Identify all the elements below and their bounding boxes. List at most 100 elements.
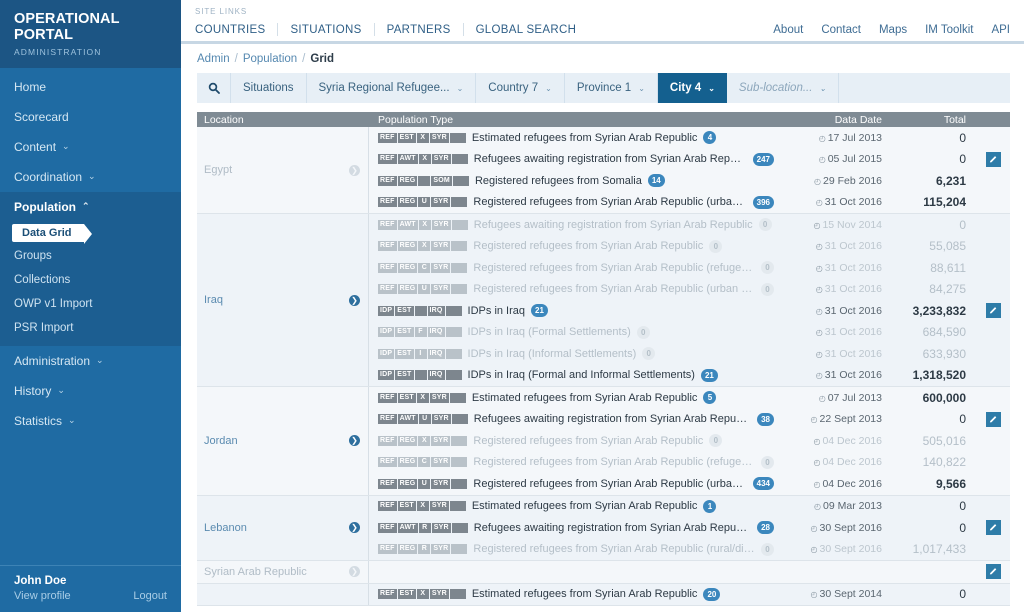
record-count-badge: 14 — [648, 174, 665, 187]
table-row[interactable]: REFREGSOMRegistered refugees from Somali… — [369, 170, 1010, 192]
search-icon[interactable] — [197, 73, 231, 103]
table-row[interactable]: REFREGRSYRRegistered refugees from Syria… — [369, 539, 1010, 561]
population-type-label: Estimated refugees from Syrian Arab Repu… — [472, 392, 698, 404]
toplink-about[interactable]: About — [764, 24, 812, 36]
clock-icon: ◴ — [819, 134, 826, 143]
population-code-chip: REFAWTXSYR — [378, 154, 468, 164]
table-row[interactable]: REFAWTRSYRRefugees awaiting registration… — [369, 517, 1010, 539]
record-count-badge: 247 — [753, 153, 774, 166]
sidebar-item-collections[interactable]: Collections — [0, 268, 181, 292]
population-code-chip: REFREGSOM — [378, 176, 469, 186]
data-date-cell: ◴30 Sept 2014 — [774, 588, 892, 600]
filter-sub-location[interactable]: Sub-location... ⌄ — [727, 73, 839, 103]
table-row[interactable]: IDPESTIRQIDPs in Iraq (Formal and Inform… — [369, 365, 1010, 387]
sidebar-item-administration[interactable]: Administration ⌄ — [0, 346, 181, 376]
sidebar-item-label: Population — [14, 200, 76, 214]
data-date-cell: ◴31 Oct 2016 — [774, 262, 892, 274]
sitelink-global-search[interactable]: GLOBAL SEARCH — [464, 24, 589, 36]
population-code-chip: REFREGXSYR — [378, 241, 467, 251]
table-row[interactable]: REFREGUSYRRegistered refugees from Syria… — [369, 279, 1010, 301]
sitelink-situations[interactable]: SITUATIONS — [278, 24, 373, 36]
sidebar-item-content[interactable]: Content ⌄ — [0, 132, 181, 162]
record-count-badge: 396 — [753, 196, 774, 209]
expand-arrow-icon[interactable]: ❯ — [349, 295, 360, 306]
expand-arrow-icon: ❯ — [349, 566, 360, 577]
table-row[interactable]: REFREGXSYRRegistered refugees from Syria… — [369, 236, 1010, 258]
sidebar-item-statistics[interactable]: Statistics ⌄ — [0, 406, 181, 436]
total-cell: 0 — [892, 131, 976, 145]
filter-province[interactable]: Province 1 ⌄ — [565, 73, 658, 103]
table-row[interactable]: REFAWTXSYRRefugees awaiting registration… — [369, 149, 1010, 171]
table-row[interactable] — [369, 561, 1010, 583]
table-row[interactable]: REFREGUSYRRegistered refugees from Syria… — [369, 473, 1010, 495]
sidebar-item-psr-import[interactable]: PSR Import — [0, 316, 181, 340]
population-code-chip: IDPESTIRQ — [378, 306, 462, 316]
table-row[interactable]: REFESTXSYREstimated refugees from Syrian… — [369, 584, 1010, 606]
population-code-chip: REFREGCSYR — [378, 457, 467, 467]
table-row[interactable]: IDPESTIRQIDPs in Iraq21◴31 Oct 20163,233… — [369, 300, 1010, 322]
population-code-chip: REFAWTXSYR — [378, 220, 468, 230]
expand-arrow-icon[interactable]: ❯ — [349, 435, 360, 446]
sidebar-item-scorecard[interactable]: Scorecard — [0, 102, 181, 132]
chevron-down-icon: ⌄ — [457, 84, 464, 93]
toplink-maps[interactable]: Maps — [870, 24, 916, 36]
record-count-badge: 0 — [637, 326, 650, 339]
sitelink-partners[interactable]: PARTNERS — [375, 24, 463, 36]
breadcrumb-item-population[interactable]: Population — [243, 53, 297, 65]
total-cell: 84,275 — [892, 282, 976, 296]
location-cell: Lebanon❯ — [197, 496, 369, 561]
table-group: Syrian Arab Republic ❯ — [197, 561, 1010, 584]
sidebar-item-home[interactable]: Home — [0, 72, 181, 102]
table-row[interactable]: REFESTXSYREstimated refugees from Syrian… — [369, 127, 1010, 149]
total-cell: 0 — [892, 152, 976, 166]
edit-button[interactable] — [986, 564, 1001, 579]
view-profile-link[interactable]: View profile — [14, 590, 71, 602]
column-header-location: Location — [197, 114, 369, 126]
sidebar-item-owp-v1-import[interactable]: OWP v1 Import — [0, 292, 181, 316]
clock-icon: ◴ — [819, 155, 826, 164]
edit-button[interactable] — [986, 412, 1001, 427]
total-cell: 9,566 — [892, 477, 976, 491]
filter-city[interactable]: City 4 ⌄ — [658, 73, 727, 103]
sidebar-item-groups[interactable]: Groups — [0, 244, 181, 268]
filter-situation-select[interactable]: Syria Regional Refugee... ⌄ — [307, 73, 477, 103]
record-count-badge: 4 — [703, 131, 716, 144]
sitelink-countries[interactable]: COUNTRIES — [195, 24, 277, 36]
topbar: SITE LINKS COUNTRIES SITUATIONS PARTNERS… — [181, 0, 1024, 44]
location-name: Syrian Arab Republic — [204, 566, 307, 578]
population-type-cell: REFREGUSYRRegistered refugees from Syria… — [369, 477, 774, 490]
sidebar-item-label: History — [14, 384, 51, 398]
edit-button[interactable] — [986, 303, 1001, 318]
expand-arrow-icon[interactable]: ❯ — [349, 522, 360, 533]
breadcrumb-item-admin[interactable]: Admin — [197, 53, 230, 65]
table-row[interactable]: REFAWTXSYRRefugees awaiting registration… — [369, 214, 1010, 236]
edit-button[interactable] — [986, 152, 1001, 167]
table-row[interactable]: REFREGCSYRRegistered refugees from Syria… — [369, 257, 1010, 279]
population-type-label: Registered refugees from Syrian Arab Rep… — [473, 456, 755, 468]
table-row[interactable]: REFESTXSYREstimated refugees from Syrian… — [369, 387, 1010, 409]
table-row[interactable]: REFESTXSYREstimated refugees from Syrian… — [369, 496, 1010, 518]
data-date-cell: ◴31 Oct 2016 — [774, 240, 892, 252]
table-row[interactable]: REFREGCSYR Registered refugees from Syria… — [369, 452, 1010, 474]
edit-button[interactable] — [986, 520, 1001, 535]
table-row[interactable]: REFAWTUSYRRefugees awaiting registration… — [369, 409, 1010, 431]
filter-country[interactable]: Country 7 ⌄ — [476, 73, 565, 103]
table-row[interactable]: REFREGXSYRRegistered refugees from Syria… — [369, 430, 1010, 452]
data-date-cell: ◴31 Oct 2016 — [774, 283, 892, 295]
toplink-contact[interactable]: Contact — [812, 24, 870, 36]
toplink-api[interactable]: API — [982, 24, 1010, 36]
sidebar-item-population[interactable]: Population ⌃ — [0, 192, 181, 222]
sidebar-item-data-grid[interactable]: Data Grid — [12, 224, 84, 242]
filter-situations[interactable]: Situations — [231, 73, 307, 103]
population-type-cell: IDPESTIRQIDPs in Iraq21 — [369, 304, 774, 317]
toplink-im-toolkit[interactable]: IM Toolkit — [916, 24, 982, 36]
population-type-label: Registered refugees from Syrian Arab Rep… — [473, 196, 746, 208]
sidebar-item-history[interactable]: History ⌄ — [0, 376, 181, 406]
sidebar-item-coordination[interactable]: Coordination ⌄ — [0, 162, 181, 192]
table-row[interactable]: IDPESTIIRQIDPs in Iraq (Informal Settlem… — [369, 343, 1010, 365]
record-count-badge: 21 — [531, 304, 548, 317]
table-row[interactable]: IDPESTFIRQIDPs in Iraq (Formal Settlemen… — [369, 322, 1010, 344]
population-type-cell: REFREGRSYRRegistered refugees from Syria… — [369, 543, 774, 556]
logout-link[interactable]: Logout — [133, 590, 167, 602]
table-row[interactable]: REFREGUSYRRegistered refugees from Syria… — [369, 192, 1010, 214]
